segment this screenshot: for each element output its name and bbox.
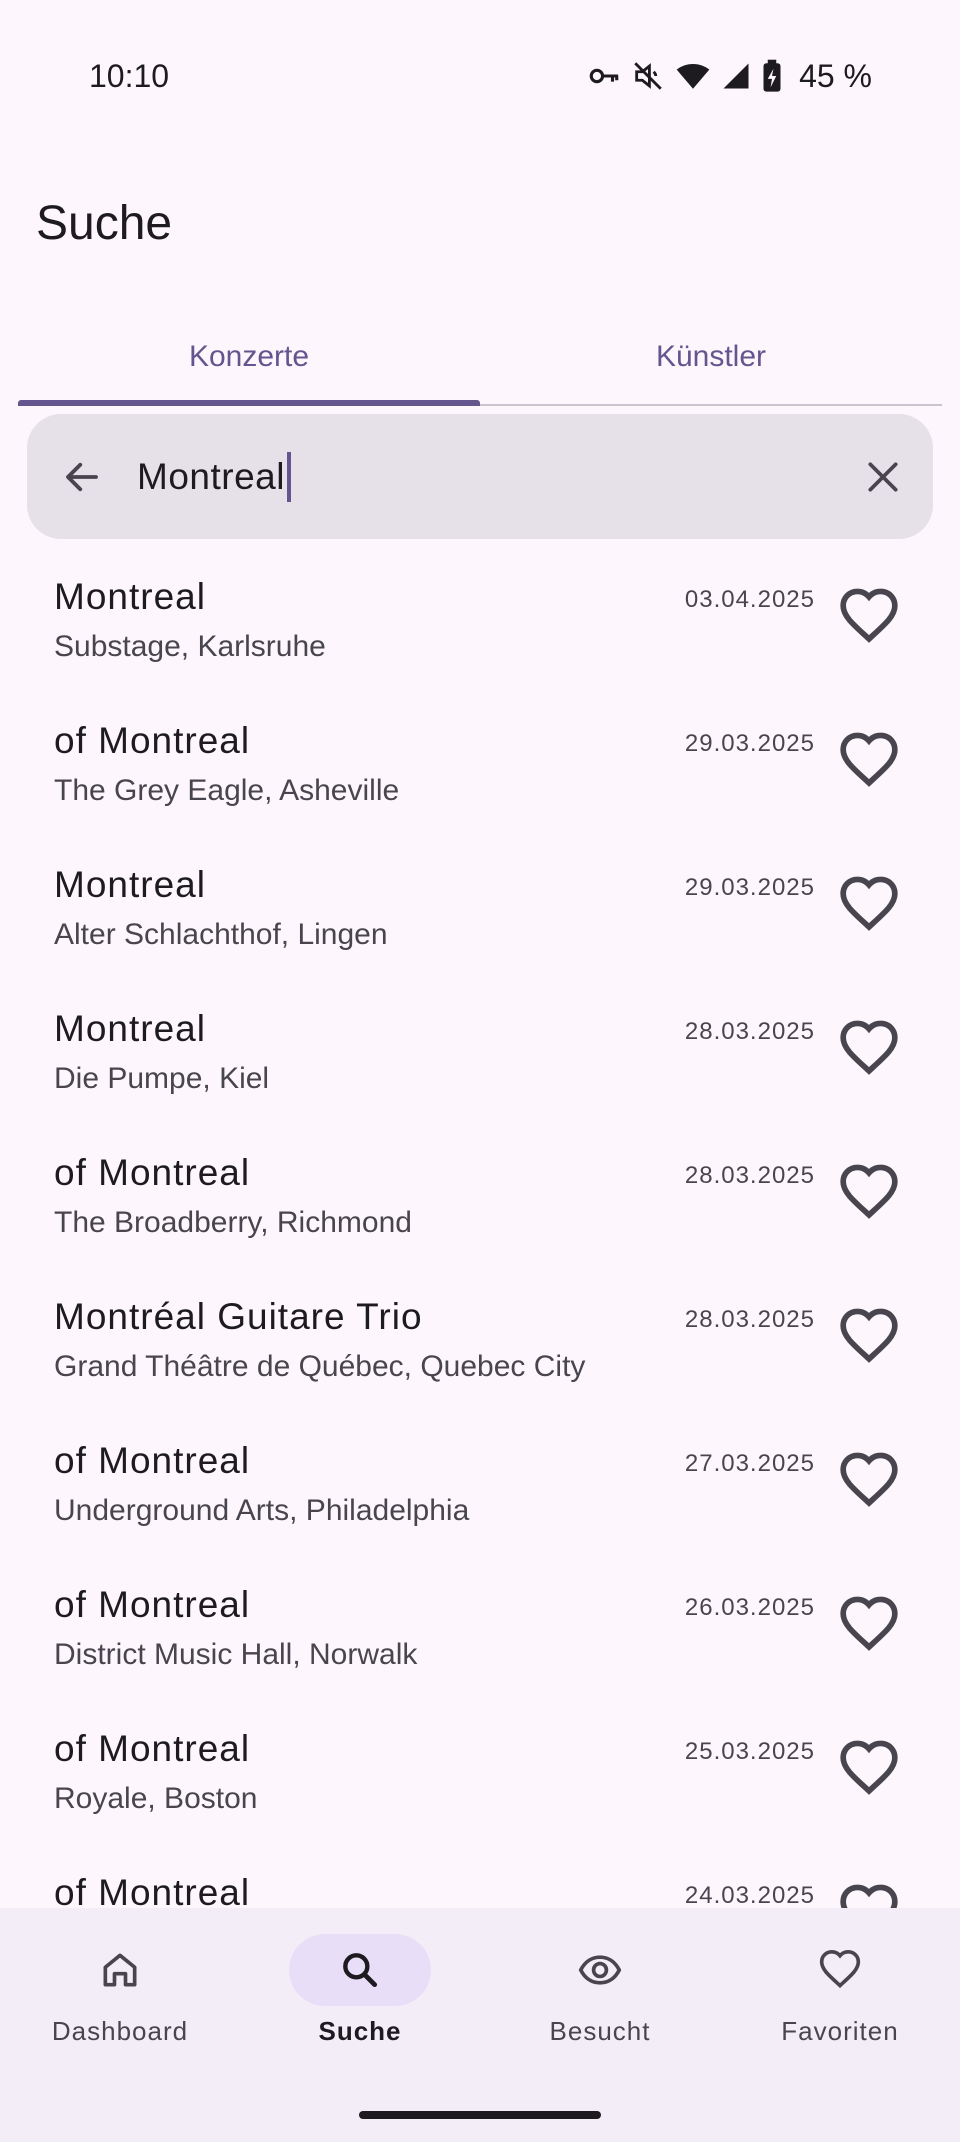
bottom-navigation: Dashboard Suche Besucht Favoriten	[0, 1908, 960, 2142]
nav-dashboard[interactable]: Dashboard	[0, 1934, 240, 2084]
tab-kuenstler[interactable]: Künstler	[480, 310, 942, 404]
heart-icon	[819, 1950, 861, 1989]
home-icon	[103, 1953, 137, 1987]
concert-artist: Montreal	[54, 1008, 206, 1049]
concert-date: 03.04.2025	[684, 586, 815, 613]
concert-artist: of Montreal	[54, 1152, 251, 1193]
heart-outline-icon	[840, 1596, 898, 1651]
concert-artist: of Montreal	[54, 720, 251, 761]
heart-outline-icon	[840, 1740, 898, 1795]
nav-suche-indicator	[289, 1934, 431, 2006]
favorite-button[interactable]	[834, 1014, 904, 1084]
favorite-button[interactable]	[834, 582, 904, 652]
search-input[interactable]: Montreal	[137, 447, 833, 507]
heart-outline-icon	[840, 1884, 898, 1908]
list-item[interactable]: of Montreal The Grey Eagle, Asheville 29.0…	[0, 684, 960, 828]
concert-venue: Underground Arts, Philadelphia	[54, 1494, 470, 1527]
nav-besucht[interactable]: Besucht	[480, 1934, 720, 2084]
back-button[interactable]	[27, 414, 137, 539]
signal-icon	[723, 63, 749, 89]
concert-venue: The Grey Eagle, Asheville	[54, 774, 400, 807]
nav-favoriten[interactable]: Favoriten	[720, 1934, 960, 2084]
heart-outline-icon	[840, 876, 898, 931]
concert-date: 25.03.2025	[684, 1738, 815, 1765]
nav-besucht-indicator	[529, 1934, 671, 2006]
list-item[interactable]: Montreal Substage, Karlsruhe 03.04.2025	[0, 540, 960, 684]
nav-dashboard-label: Dashboard	[51, 2016, 189, 2046]
battery-percentage: 45 %	[799, 57, 872, 94]
status-icons: 45 %	[587, 56, 872, 96]
favorite-button[interactable]	[834, 1590, 904, 1660]
concert-venue: Royale, Boston	[54, 1782, 258, 1815]
page-title: Suche	[36, 197, 173, 250]
concert-artist: of Montreal	[54, 1872, 251, 1908]
nav-suche-label: Suche	[318, 2016, 402, 2046]
concert-venue: Grand Théâtre de Québec, Quebec City	[54, 1350, 586, 1383]
concert-artist: of Montreal	[54, 1728, 251, 1769]
concert-date: 27.03.2025	[684, 1450, 815, 1477]
text-caret	[286, 451, 291, 502]
concert-artist: of Montreal	[54, 1584, 251, 1625]
home-indicator[interactable]	[359, 2111, 601, 2119]
battery-charging-icon	[763, 59, 781, 92]
status-bar: 10:10 45 %	[0, 0, 960, 150]
nav-favoriten-label: Favoriten	[781, 2016, 899, 2046]
search-bar: Montreal	[27, 414, 933, 539]
favorite-button[interactable]	[834, 1446, 904, 1516]
tab-konzerte[interactable]: Konzerte	[18, 310, 480, 406]
list-item[interactable]: of Montreal The Broadberry, Richmond 28.03…	[0, 1116, 960, 1260]
favorite-button[interactable]	[834, 1734, 904, 1804]
favorite-button[interactable]	[834, 1878, 904, 1908]
close-icon	[868, 461, 898, 492]
list-item[interactable]: Montréal Guitare Trio Grand Théâtre de Qu…	[0, 1260, 960, 1404]
concert-date: 28.03.2025	[684, 1018, 815, 1045]
nav-besucht-label: Besucht	[549, 2016, 651, 2046]
concert-date: 29.03.2025	[684, 730, 815, 757]
concert-date: 24.03.2025	[684, 1882, 815, 1908]
concert-venue: Die Pumpe, Kiel	[54, 1062, 270, 1095]
concert-artist: Montreal	[54, 864, 206, 905]
concert-date: 28.03.2025	[684, 1306, 815, 1333]
list-item[interactable]: Montreal Die Pumpe, Kiel 28.03.2025	[0, 972, 960, 1116]
concert-artist: of Montreal	[54, 1440, 251, 1481]
heart-outline-icon	[840, 1452, 898, 1507]
favorite-button[interactable]	[834, 1302, 904, 1372]
heart-outline-icon	[840, 1308, 898, 1363]
concert-venue: The Broadberry, Richmond	[54, 1206, 412, 1239]
list-item[interactable]: of Montreal Underground Arts, Philadelphi…	[0, 1404, 960, 1548]
list-item[interactable]: of Montreal Royale, Boston 25.03.2025	[0, 1692, 960, 1836]
search-icon	[343, 1953, 378, 1988]
concert-venue: Alter Schlachthof, Lingen	[54, 918, 388, 951]
nav-dashboard-indicator	[49, 1934, 191, 2006]
nav-favoriten-indicator	[769, 1934, 911, 2006]
nav-suche[interactable]: Suche	[240, 1934, 480, 2084]
search-input-value: Montreal	[137, 455, 285, 497]
heart-outline-icon	[840, 588, 898, 643]
clear-search-button[interactable]	[833, 414, 933, 539]
heart-outline-icon	[840, 732, 898, 787]
tab-bar: Konzerte Künstler	[18, 310, 942, 406]
concert-artist: Montreal	[54, 576, 206, 617]
results-list: Montreal Substage, Karlsruhe 03.04.2025 of …	[0, 540, 960, 1908]
arrow-back-icon	[66, 462, 98, 491]
concert-date: 26.03.2025	[684, 1594, 815, 1621]
favorite-button[interactable]	[834, 726, 904, 796]
concert-date: 28.03.2025	[684, 1162, 815, 1189]
concert-venue: District Music Hall, Norwalk	[54, 1638, 418, 1671]
eye-icon	[578, 1955, 622, 1985]
mute-icon	[634, 62, 662, 90]
concert-venue: Substage, Karlsruhe	[54, 630, 326, 663]
concert-date: 29.03.2025	[684, 874, 815, 901]
favorite-button[interactable]	[834, 870, 904, 940]
heart-outline-icon	[840, 1020, 898, 1075]
list-item[interactable]: of Montreal District Music Hall, Norwalk 2…	[0, 1548, 960, 1692]
wifi-icon	[676, 63, 710, 89]
vpn-key-icon	[589, 68, 619, 84]
list-item[interactable]: Montreal Alter Schlachthof, Lingen 29.03.2…	[0, 828, 960, 972]
favorite-button[interactable]	[834, 1158, 904, 1228]
list-item[interactable]: of Montreal 24.03.2025	[0, 1836, 960, 1908]
status-time: 10:10	[89, 58, 170, 94]
heart-outline-icon	[840, 1164, 898, 1219]
concert-artist: Montréal Guitare Trio	[54, 1296, 423, 1337]
